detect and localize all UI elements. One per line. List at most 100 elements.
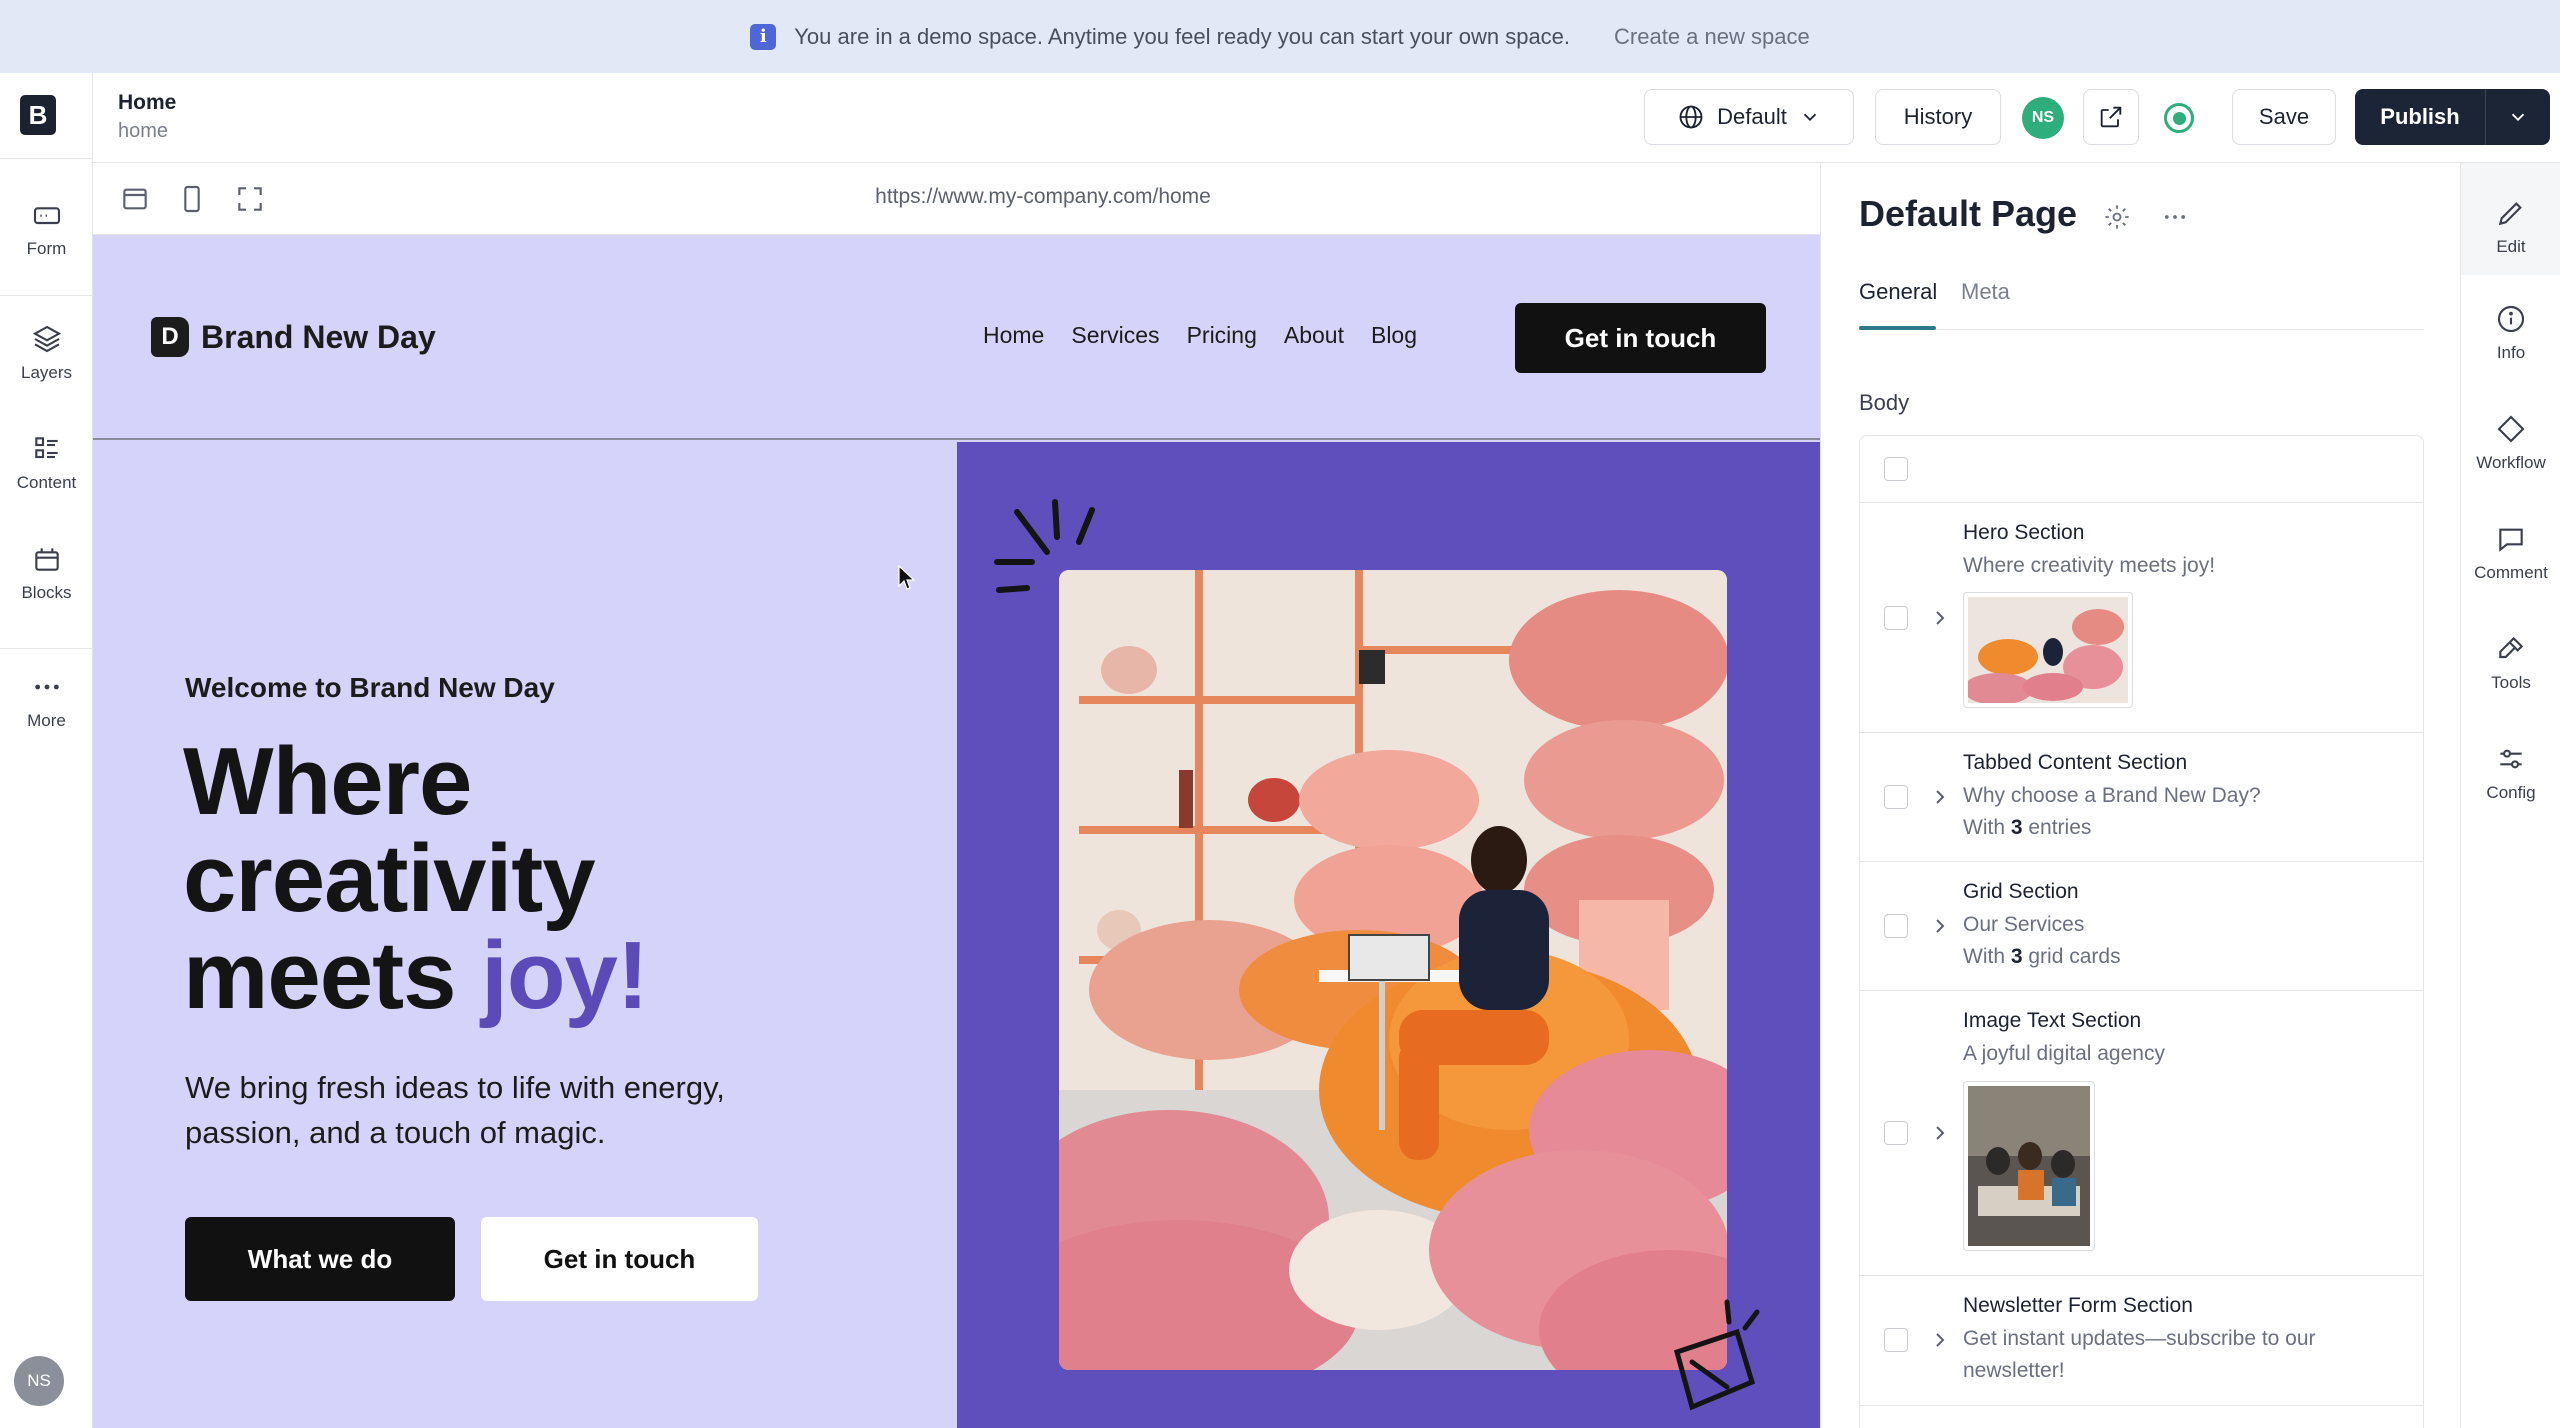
site-nav-links: Home Services Pricing About Blog xyxy=(983,322,1417,349)
section-list: Hero Section Where creativity meets joy!… xyxy=(1859,435,2424,1428)
row-checkbox[interactable] xyxy=(1884,785,1908,809)
save-button[interactable]: Save xyxy=(2232,89,2336,145)
more-icon[interactable] xyxy=(2161,203,2189,231)
row-meta: With 3 entries xyxy=(1963,816,2091,840)
chevron-right-icon[interactable] xyxy=(1928,606,1952,630)
rail-item-config[interactable]: Config xyxy=(2461,743,2560,803)
hero-kicker: Welcome to Brand New Day xyxy=(185,672,555,703)
sidebar-item-layers[interactable]: Layers xyxy=(0,323,93,383)
nav-link-services[interactable]: Services xyxy=(1071,322,1159,349)
chevron-right-icon[interactable] xyxy=(1928,1328,1952,1352)
rail-item-edit[interactable]: Edit xyxy=(2461,163,2560,275)
sidebar-item-blocks[interactable]: Blocks xyxy=(0,543,93,603)
content-icon xyxy=(34,437,58,459)
tab-general[interactable]: General xyxy=(1859,279,1937,305)
what-we-do-button[interactable]: What we do xyxy=(185,1217,455,1301)
left-sidebar: B Form Layers Content Blocks More NS xyxy=(0,73,93,1428)
banner-message: You are in a demo space. Anytime you fee… xyxy=(794,23,1571,49)
publish-options-button[interactable] xyxy=(2485,89,2550,145)
row-checkbox[interactable] xyxy=(1884,914,1908,938)
meta-text: entries xyxy=(2022,816,2092,839)
chevron-right-icon[interactable] xyxy=(1928,914,1952,938)
meta-count: 3 xyxy=(2010,816,2023,839)
get-in-touch-button[interactable]: Get in touch xyxy=(1515,303,1766,373)
body-label: Body xyxy=(1859,390,1910,415)
hero-photo-illustration xyxy=(1059,570,1727,1370)
mouse-cursor-icon xyxy=(898,565,916,590)
layers-icon xyxy=(32,325,61,353)
row-title: Image Text Section xyxy=(1963,1009,2142,1032)
list-item[interactable]: Tabbed Content Section Why choose a Bran… xyxy=(1860,733,2423,862)
tabs-divider xyxy=(1859,329,2424,330)
sidebar-item-label: More xyxy=(27,711,66,730)
headline-text: meets xyxy=(183,922,482,1029)
row-checkbox[interactable] xyxy=(1884,606,1908,630)
rail-item-comment[interactable]: Comment xyxy=(2461,523,2560,583)
config-icon xyxy=(2500,749,2522,769)
comment-icon xyxy=(2499,528,2523,552)
rail-item-label: Comment xyxy=(2474,563,2548,582)
headline-line: meets joy! xyxy=(183,927,649,1024)
sidebar-item-content[interactable]: Content xyxy=(0,433,93,493)
rail-item-label: Edit xyxy=(2496,237,2526,256)
rail-item-label: Tools xyxy=(2491,673,2531,692)
rail-item-workflow[interactable]: Workflow xyxy=(2461,413,2560,473)
nav-link-blog[interactable]: Blog xyxy=(1371,322,1417,349)
chevron-right-icon[interactable] xyxy=(1928,1121,1952,1145)
sidebar-item-label: Blocks xyxy=(21,583,72,602)
list-header xyxy=(1860,436,2423,503)
tools-icon xyxy=(2499,636,2524,659)
row-subtitle: A joyful digital agency xyxy=(1963,1042,2165,1065)
create-space-link[interactable]: Create a new space xyxy=(1614,24,1810,50)
headline-accent: joy! xyxy=(481,922,649,1029)
hero-headline: Where creativity meets joy! xyxy=(183,733,649,1024)
list-item[interactable]: Grid Section Our Services With 3 grid ca… xyxy=(1860,862,2423,991)
open-external-button[interactable] xyxy=(2083,89,2139,145)
row-title: Hero Section xyxy=(1963,521,2085,544)
meta-text: With xyxy=(1963,945,2011,968)
hero-get-in-touch-button[interactable]: Get in touch xyxy=(481,1217,758,1301)
row-subtitle: Our Services xyxy=(1963,913,2085,936)
brand-logo-icon: D xyxy=(151,317,189,357)
app-logo[interactable]: B xyxy=(20,95,56,135)
rail-item-info[interactable]: Info xyxy=(2461,303,2560,363)
collaborator-avatar[interactable]: NS xyxy=(2022,97,2064,139)
row-subtitle: newsletter! xyxy=(1963,1359,2065,1382)
row-checkbox[interactable] xyxy=(1884,1121,1908,1145)
rail-item-tools[interactable]: Tools xyxy=(2461,633,2560,693)
list-item[interactable]: Image Text Section A joyful digital agen… xyxy=(1860,991,2423,1276)
gear-icon[interactable] xyxy=(2103,203,2131,231)
row-title: Tabbed Content Section xyxy=(1963,751,2188,774)
history-button[interactable]: History xyxy=(1875,89,2001,145)
more-icon xyxy=(34,684,59,690)
nav-link-about[interactable]: About xyxy=(1284,322,1344,349)
list-item[interactable]: Newsletter Form Section Get instant upda… xyxy=(1860,1276,2423,1406)
publish-button[interactable]: Publish xyxy=(2355,89,2485,145)
list-item[interactable]: Hero Section Where creativity meets joy! xyxy=(1860,503,2423,733)
canvas-toolbar: https://www.my-company.com/home xyxy=(93,163,1820,235)
rail-item-label: Workflow xyxy=(2476,453,2546,472)
sidebar-item-form[interactable]: Form xyxy=(0,199,93,259)
chevron-down-icon xyxy=(2511,113,2525,122)
site-logo[interactable]: D Brand New Day xyxy=(151,317,436,357)
row-thumbnail xyxy=(1963,592,2133,708)
locale-label: Default xyxy=(1717,104,1787,129)
workflow-icon xyxy=(2497,415,2525,443)
live-preview-toggle[interactable] xyxy=(2164,103,2194,133)
sidebar-item-more[interactable]: More xyxy=(0,671,93,731)
properties-panel: Default Page General Meta Body Hero Sect… xyxy=(1820,163,2460,1428)
chevron-right-icon[interactable] xyxy=(1928,785,1952,809)
sidebar-item-label: Content xyxy=(16,473,77,492)
select-all-checkbox[interactable] xyxy=(1884,457,1908,481)
user-avatar[interactable]: NS xyxy=(14,1356,64,1406)
nav-link-pricing[interactable]: Pricing xyxy=(1187,322,1257,349)
locale-dropdown[interactable]: Default xyxy=(1644,89,1854,145)
info-icon xyxy=(2497,305,2525,333)
hero-image-panel xyxy=(957,442,1820,1428)
row-checkbox[interactable] xyxy=(1884,1328,1908,1352)
nav-link-home[interactable]: Home xyxy=(983,322,1044,349)
tab-meta[interactable]: Meta xyxy=(1961,279,2010,305)
sidebar-item-label: Layers xyxy=(20,363,73,382)
external-link-icon xyxy=(2100,106,2122,128)
row-meta: With 3 grid cards xyxy=(1963,945,2121,969)
